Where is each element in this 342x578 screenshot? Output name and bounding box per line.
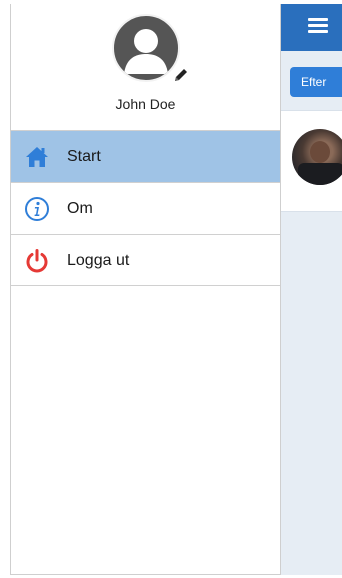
list-item[interactable] (281, 110, 342, 212)
power-icon (26, 249, 48, 273)
profile-header: John Doe (11, 4, 280, 130)
hamburger-icon[interactable] (308, 18, 328, 34)
menu-item-label: Om (67, 200, 93, 217)
menu-item-label: Logga ut (67, 252, 130, 269)
filter-button[interactable]: Efter (290, 67, 342, 97)
pencil-icon[interactable] (172, 66, 190, 84)
menu-item-om[interactable]: Om (11, 182, 280, 234)
background-app: Efter (281, 4, 342, 575)
person-avatar (292, 129, 342, 185)
menu-item-start[interactable]: Start (11, 130, 280, 182)
app-header (281, 4, 342, 51)
menu-item-label: Start (67, 148, 101, 165)
home-icon (26, 147, 48, 167)
menu-item-logga-ut[interactable]: Logga ut (11, 234, 280, 286)
info-icon (25, 197, 49, 221)
side-drawer: John Doe Start Om Logga ut (10, 4, 281, 575)
user-name: John Doe (115, 96, 176, 112)
drawer-menu: Start Om Logga ut (11, 130, 280, 286)
user-silhouette-icon[interactable] (112, 14, 180, 82)
